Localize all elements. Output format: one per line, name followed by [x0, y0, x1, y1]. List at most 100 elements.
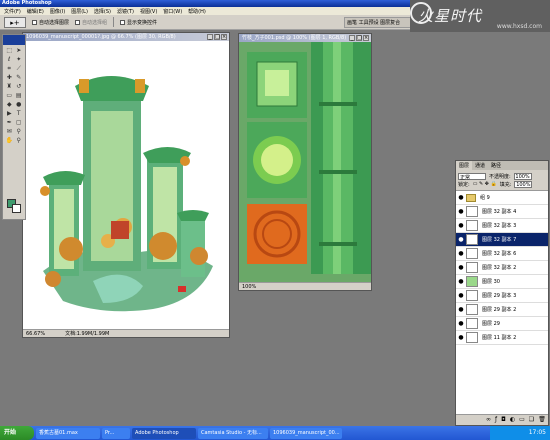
clock[interactable]: 17:05 [529, 429, 546, 436]
brush-tool-icon[interactable]: ✎ [15, 74, 24, 82]
new-group-icon[interactable]: ▭ [519, 416, 525, 423]
eyedropper-tool-icon[interactable]: ⚲ [15, 128, 24, 136]
history-brush-icon[interactable]: ↺ [15, 83, 24, 91]
eye-icon[interactable]: ● [456, 250, 466, 257]
healing-tool-icon[interactable]: ✚ [5, 74, 14, 82]
start-button[interactable]: 开始 [0, 426, 34, 440]
minimize-icon[interactable]: _ [207, 34, 213, 40]
eye-icon[interactable]: ● [456, 278, 466, 285]
pen-tool-icon[interactable]: ✒ [5, 119, 14, 127]
maximize-icon[interactable]: □ [214, 34, 220, 40]
document-window-texture[interactable]: 竹枝_方子001.psd @ 100% (图层 1, RGB/8) _ □ × 10… [238, 33, 372, 291]
menu-image[interactable]: 图像(I) [50, 8, 65, 15]
slice-tool-icon[interactable]: ⟋ [15, 65, 24, 73]
blur-tool-icon[interactable]: ◆ [5, 101, 14, 109]
taskbar-item-active[interactable]: Adobe Photoshop [132, 427, 196, 439]
show-transform-option[interactable]: 显示变换控件 [120, 19, 157, 26]
eye-icon[interactable]: ● [456, 320, 466, 327]
taskbar-item[interactable]: 香蕉古墓01.max [36, 427, 100, 439]
layer-row[interactable]: ● 图层 32 副本 2 [456, 261, 548, 275]
eye-icon[interactable]: ● [456, 208, 466, 215]
close-icon[interactable]: × [363, 35, 369, 41]
menu-filter[interactable]: 滤镜(T) [117, 8, 134, 15]
taskbar-item[interactable]: 1096039_manuscript_00... [270, 427, 342, 439]
lasso-tool-icon[interactable]: ℓ [5, 56, 14, 64]
menu-file[interactable]: 文件(F) [4, 8, 21, 15]
layers-options: 正常 不透明度: 100% 锁定: ▭ ✎ ✥ 🔒 填充: 100% [456, 170, 548, 190]
layer-row[interactable]: ● 图层 29 [456, 317, 548, 331]
menu-window[interactable]: 窗口(W) [163, 8, 182, 15]
new-layer-icon[interactable]: ❏ [529, 416, 534, 423]
path-select-tool-icon[interactable]: ▶ [5, 110, 14, 118]
menu-edit[interactable]: 编辑(E) [27, 8, 44, 15]
type-tool-icon[interactable]: T [15, 110, 24, 118]
stamp-tool-icon[interactable]: ♜ [5, 83, 14, 91]
shape-tool-icon[interactable]: ▢ [15, 119, 24, 127]
eye-icon[interactable]: ● [456, 236, 466, 243]
magic-wand-tool-icon[interactable]: ✦ [15, 56, 24, 64]
layer-row[interactable]: ● 图层 29 副本 2 [456, 303, 548, 317]
link-icon[interactable]: ∞ [486, 416, 491, 423]
blend-mode-select[interactable]: 正常 [458, 172, 486, 181]
mask-icon[interactable]: ◘ [501, 416, 506, 423]
fill-field[interactable]: 100% [514, 180, 533, 188]
menu-help[interactable]: 帮助(H) [188, 8, 206, 15]
toolbox-header[interactable] [3, 35, 25, 45]
layers-palette: 图层 通道 路径 正常 不透明度: 100% 锁定: ▭ ✎ ✥ 🔒 填充: 1… [455, 160, 549, 426]
layer-row[interactable]: ● 图层 32 副本 4 [456, 205, 548, 219]
tab-paths[interactable]: 路径 [488, 161, 504, 170]
opacity-label: 不透明度: [489, 173, 511, 180]
taskbar-item[interactable]: Pr... [102, 427, 130, 439]
eye-icon[interactable]: ● [456, 292, 466, 299]
layer-row-selected[interactable]: ● 图层 32 副本 7 [456, 233, 548, 247]
app-title: Adobe Photoshop [2, 0, 52, 6]
move-tool-icon[interactable]: ➤ [15, 47, 24, 55]
menu-select[interactable]: 选择(S) [94, 8, 111, 15]
crop-tool-icon[interactable]: ⌗ [5, 65, 14, 73]
minimize-icon[interactable]: _ [349, 35, 355, 41]
eye-icon[interactable]: ● [456, 222, 466, 229]
palette-well[interactable]: 画笔 工具预设 图层复合 [344, 17, 414, 28]
layer-row[interactable]: ● 图层 30 [456, 275, 548, 289]
layer-row[interactable]: ● 图层 11 副本 2 [456, 331, 548, 345]
auto-select-group-option[interactable]: 自动选择组 [75, 19, 107, 26]
background-color-swatch[interactable] [12, 204, 21, 213]
auto-select-layer-option[interactable]: 自动选择图层 [32, 19, 69, 26]
eye-icon[interactable]: ● [456, 264, 466, 271]
adjustment-icon[interactable]: ◐ [510, 416, 515, 423]
dodge-tool-icon[interactable]: ● [15, 101, 24, 109]
move-tool-preset[interactable]: ▸+ [4, 16, 26, 28]
close-icon[interactable]: × [221, 34, 227, 40]
layer-row[interactable]: ● 图层 29 副本 3 [456, 289, 548, 303]
lock-icons[interactable]: ▭ ✎ ✥ 🔒 [473, 181, 497, 187]
tab-layers[interactable]: 图层 [456, 161, 473, 170]
eye-icon[interactable]: ● [456, 334, 466, 341]
gradient-tool-icon[interactable]: ▤ [15, 92, 24, 100]
opacity-field[interactable]: 100% [513, 172, 532, 180]
document-window-illustration[interactable]: 1096039_manuscript_00001?.jpg @ 66.7% (图… [22, 32, 230, 338]
zoom-level[interactable]: 100% [242, 283, 256, 290]
zoom-level[interactable]: 66.67% [26, 330, 45, 337]
eraser-tool-icon[interactable]: ▭ [5, 92, 14, 100]
layer-row[interactable]: ● 组 9 [456, 191, 548, 205]
brand-watermark: 火星时代 www.hxsd.com [410, 0, 550, 32]
menu-view[interactable]: 视图(V) [140, 8, 157, 15]
toolbox: ⬚ ➤ ℓ ✦ ⌗ ⟋ ✚ ✎ ♜ ↺ ▭ ▤ ◆ ● ▶ T ✒ ▢ ✉ ⚲ … [2, 34, 26, 220]
layer-row[interactable]: ● 图层 32 副本 3 [456, 219, 548, 233]
marquee-tool-icon[interactable]: ⬚ [5, 47, 14, 55]
fx-icon[interactable]: ƒ [495, 416, 497, 423]
trash-icon[interactable]: 🗑 [538, 416, 546, 423]
menu-layer[interactable]: 图层(L) [71, 8, 88, 15]
taskbar-item[interactable]: Camtasia Studio - 无标... [198, 427, 268, 439]
layer-row[interactable]: ● 图层 32 副本 6 [456, 247, 548, 261]
eye-icon[interactable]: ● [456, 306, 466, 313]
tab-channels[interactable]: 通道 [472, 161, 488, 170]
layer-thumbnail [466, 206, 478, 217]
maximize-icon[interactable]: □ [356, 35, 362, 41]
zoom-tool-icon[interactable]: ⚲ [15, 137, 24, 145]
notes-tool-icon[interactable]: ✉ [5, 128, 14, 136]
hand-tool-icon[interactable]: ✋ [5, 137, 14, 145]
lock-label: 锁定: [458, 181, 470, 188]
eye-icon[interactable]: ● [456, 194, 466, 201]
layer-name: 图层 30 [482, 279, 500, 285]
